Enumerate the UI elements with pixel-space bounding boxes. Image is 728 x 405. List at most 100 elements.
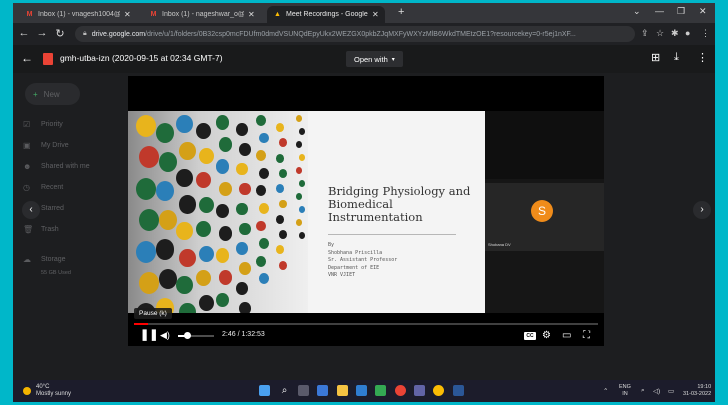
tab-gmail-1[interactable]: M Inbox (1) - vnagesh1004@gmai... ✕ — [19, 6, 137, 23]
wall-dot — [236, 162, 248, 176]
profile-icon[interactable]: ● — [685, 28, 690, 38]
wall-dot — [296, 219, 303, 227]
url-host: drive.google.com — [91, 30, 146, 38]
video-player[interactable]: Bridging Physiology and Biomedical Instr… — [128, 76, 604, 346]
teams-icon[interactable] — [414, 385, 425, 396]
back-arrow-icon[interactable]: ← — [21, 51, 33, 65]
star-icon[interactable]: ☆ — [656, 28, 664, 39]
settings-gear-icon[interactable]: ⚙ — [542, 329, 551, 342]
wall-dot — [156, 239, 175, 260]
new-tab-icon[interactable]: + — [398, 6, 404, 18]
sidebar-item-storage[interactable]: ☁ Storage — [23, 253, 66, 265]
wall-dot — [139, 146, 159, 169]
slide-byline: By Shobhana Priscilla Sr. Assistant Prof… — [328, 242, 397, 280]
time-display: 2:46 / 1:32:53 — [222, 331, 265, 338]
close-icon[interactable]: ✕ — [124, 10, 131, 19]
pause-icon[interactable]: ❚❚ — [140, 329, 158, 342]
sidebar-label: Storage — [41, 255, 66, 263]
next-file-button[interactable]: › — [693, 201, 711, 219]
add-shortcut-icon[interactable]: ⊞ — [651, 51, 660, 64]
wall-dot — [199, 147, 214, 164]
sidebar-label: Recent — [41, 183, 64, 191]
wall-dot — [139, 209, 159, 232]
chevron-left-icon: ‹ — [29, 204, 33, 215]
back-icon[interactable]: ← — [17, 27, 31, 39]
wall-dot — [276, 153, 285, 163]
region: IN — [622, 390, 628, 397]
volume-slider[interactable] — [178, 332, 214, 339]
more-options-icon[interactable]: ⋮ — [697, 51, 708, 64]
subtitles-button[interactable]: CC — [524, 332, 536, 340]
chrome-icon[interactable] — [395, 385, 406, 396]
search-icon[interactable]: ⌕ — [279, 385, 290, 396]
previous-file-button[interactable]: ‹ — [22, 201, 40, 219]
download-icon[interactable]: ⤓ — [674, 51, 679, 64]
wall-dot — [256, 150, 266, 161]
share-icon[interactable]: ⇪ — [641, 28, 649, 39]
battery-icon[interactable]: ▭ — [668, 387, 674, 395]
wall-dot — [176, 168, 193, 187]
weather-text: 40°C Mostly sunny — [36, 384, 71, 398]
wall-dot — [199, 294, 214, 311]
meet-icon[interactable] — [375, 385, 386, 396]
close-icon[interactable]: ✕ — [372, 10, 379, 19]
new-button[interactable]: + New — [25, 83, 80, 105]
start-icon[interactable] — [259, 385, 270, 396]
fullscreen-icon[interactable]: ⛶ — [583, 329, 590, 342]
forward-icon[interactable]: → — [35, 27, 49, 39]
volume-icon[interactable]: ◀) — [160, 329, 170, 342]
progress-bar[interactable] — [134, 323, 598, 325]
tab-meet-recordings[interactable]: ▲ Meet Recordings - Google D... ✕ — [267, 6, 385, 23]
participant-avatar: S — [531, 200, 553, 222]
word-icon[interactable] — [453, 385, 464, 396]
language-indicator[interactable]: ENG IN — [619, 384, 631, 397]
wall-dot — [256, 255, 266, 267]
sidebar-item-shared[interactable]: ☻ Shared with me — [23, 160, 90, 172]
sidebar-item-my-drive[interactable]: ▣ My Drive — [23, 139, 69, 151]
drive-icon: ▲ — [274, 10, 281, 18]
gmail-icon: M — [150, 10, 157, 18]
chrome-alt-icon[interactable] — [433, 385, 444, 396]
chevron-down-icon[interactable]: ⌄ — [633, 6, 641, 17]
open-with-button[interactable]: Open with ▾ — [346, 51, 403, 67]
window-close-icon[interactable]: ✕ — [699, 6, 707, 17]
maximize-icon[interactable]: ❐ — [677, 6, 685, 17]
wall-dot — [299, 154, 306, 162]
wall-dot — [259, 203, 269, 214]
cloud-icon: ☁ — [23, 254, 31, 264]
menu-icon[interactable]: ⋮ — [701, 28, 710, 39]
wall-dot — [216, 115, 230, 130]
widgets-icon[interactable] — [317, 385, 328, 396]
miniplayer-icon[interactable]: ▭ — [562, 329, 571, 342]
reload-icon[interactable]: ↻ — [53, 27, 67, 40]
speaker-icon[interactable]: ◁) — [653, 387, 660, 395]
wall-dot — [299, 232, 306, 240]
wall-dot — [179, 249, 196, 268]
wall-dot — [259, 167, 269, 179]
tab-gmail-2[interactable]: M Inbox (1) - nageshwar_o@vnrvjie... ✕ — [143, 6, 261, 23]
sidebar-item-trash[interactable]: 🗑︎ Trash — [23, 223, 59, 235]
close-icon[interactable]: ✕ — [248, 10, 255, 19]
wall-dot — [196, 172, 211, 189]
network-icon[interactable]: ⌕ — [641, 387, 645, 395]
store-icon[interactable] — [356, 385, 367, 396]
wall-dot — [236, 282, 248, 295]
minimize-icon[interactable]: — — [655, 6, 664, 16]
task-view-icon[interactable] — [298, 385, 309, 396]
extensions-icon[interactable]: ✱ — [671, 28, 679, 39]
tray-chevron-icon[interactable]: ⌃ — [603, 387, 608, 395]
sidebar-item-priority[interactable]: ☑ Priority — [23, 118, 63, 130]
participant-name: Shobana DV — [488, 242, 511, 247]
sidebar-item-recent[interactable]: ◷ Recent — [23, 181, 63, 193]
weather-widget[interactable]: 40°C Mostly sunny — [23, 384, 71, 398]
system-clock[interactable]: 19:10 31-03-2022 — [683, 384, 711, 397]
address-bar[interactable]: 🔒︎ drive.google.com /drive/u/1/folders/0… — [75, 26, 635, 42]
screen: M Inbox (1) - vnagesh1004@gmai... ✕ M In… — [13, 3, 715, 402]
volume-handle[interactable] — [184, 332, 191, 339]
dotted-wall-image — [128, 111, 308, 313]
wall-dot — [279, 168, 288, 178]
wall-dot — [179, 302, 196, 313]
file-explorer-icon[interactable] — [337, 385, 348, 396]
presentation-slide: Bridging Physiology and Biomedical Instr… — [128, 111, 485, 313]
language: ENG — [619, 384, 631, 390]
